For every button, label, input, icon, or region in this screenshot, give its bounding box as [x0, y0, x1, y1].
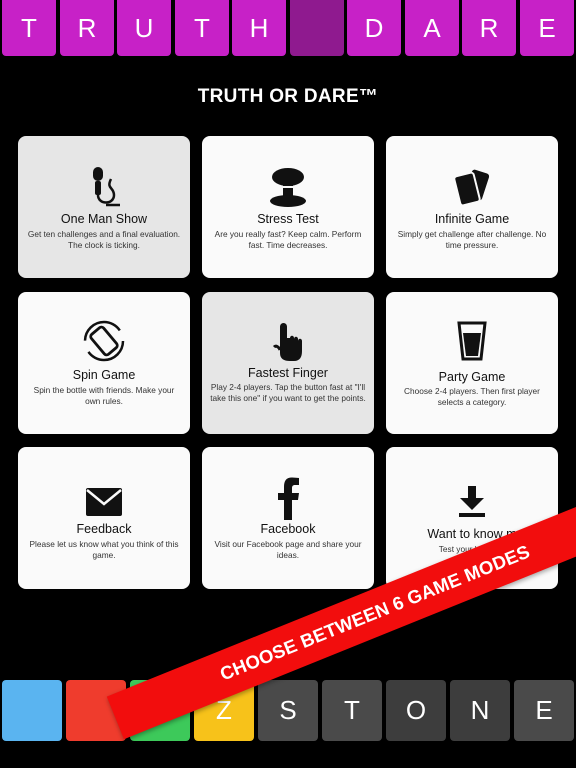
- bottom-tile: S: [258, 680, 318, 741]
- mode-title: One Man Show: [60, 212, 148, 226]
- mode-card-fastest-finger[interactable]: Fastest Finger Play 2-4 players. Tap the…: [202, 292, 374, 434]
- microphone-icon: [18, 164, 190, 210]
- bottom-tile: T: [322, 680, 382, 741]
- top-tile: U: [117, 0, 171, 56]
- mode-description: Simply get challenge after challenge. No…: [397, 229, 547, 250]
- tile-letter: R: [479, 12, 499, 43]
- top-tile: E: [520, 0, 574, 56]
- mode-description: Visit our Facebook page and share your i…: [214, 539, 362, 560]
- top-tile-blank: [290, 0, 344, 56]
- pointer-hand-icon: [202, 318, 374, 364]
- mode-description: Are you really fast? Keep calm. Perform …: [214, 229, 362, 250]
- tile-letter: A: [423, 12, 441, 43]
- top-tile: R: [60, 0, 114, 56]
- top-tile: T: [175, 0, 229, 56]
- tile-letter: R: [77, 12, 97, 43]
- mode-card-party-game[interactable]: Party Game Choose 2-4 players. Then firs…: [386, 292, 558, 434]
- mode-description: Please let us know what you think of thi…: [29, 539, 179, 560]
- mode-description: Get ten challenges and a final evaluatio…: [27, 229, 181, 250]
- top-tile: T: [2, 0, 56, 56]
- tile-letter: T: [194, 12, 210, 43]
- top-tile: H: [232, 0, 286, 56]
- mode-title: Facebook: [260, 522, 316, 536]
- drink-glass-icon: [386, 318, 558, 364]
- tile-letter: S: [279, 695, 297, 725]
- mode-title: Infinite Game: [434, 212, 510, 226]
- bottom-tile: [2, 680, 62, 741]
- mode-title: Stress Test: [257, 212, 319, 226]
- mode-card-one-man-show[interactable]: One Man Show Get ten challenges and a fi…: [18, 136, 190, 278]
- bottom-tile: O: [386, 680, 446, 741]
- envelope-icon: [18, 479, 190, 525]
- page-title: TRUTH OR DARE™: [197, 86, 379, 107]
- cards-icon: [386, 164, 558, 210]
- tile-letter: N: [470, 695, 490, 725]
- top-tile: R: [462, 0, 516, 56]
- mode-description: Choose 2-4 players. Then first player se…: [404, 386, 540, 407]
- tile-letter: U: [134, 12, 154, 43]
- download-icon: [386, 485, 558, 519]
- mode-description: Spin the bottle with friends. Make your …: [33, 385, 175, 406]
- tile-letter: O: [405, 695, 427, 725]
- tile-letter: H: [249, 12, 269, 43]
- bottom-tile: E: [514, 680, 574, 741]
- facebook-card[interactable]: Facebook Visit our Facebook page and sha…: [202, 447, 374, 589]
- bottom-letter-tiles: I Z S T O N E: [0, 680, 576, 742]
- tile-letter: D: [364, 12, 384, 43]
- tile-letter: E: [538, 12, 556, 43]
- top-letter-tiles: T R U T H D A R E: [0, 0, 576, 57]
- facebook-icon: [202, 475, 374, 521]
- top-tile: A: [405, 0, 459, 56]
- bottom-tile: N: [450, 680, 510, 741]
- tile-letter: T: [21, 12, 37, 43]
- mode-description: Play 2-4 players. Tap the button fast at…: [210, 382, 366, 403]
- rotate-icon: [18, 318, 190, 364]
- mode-card-spin-game[interactable]: Spin Game Spin the bottle with friends. …: [18, 292, 190, 434]
- tile-letter: T: [344, 695, 360, 725]
- mode-title: Feedback: [76, 522, 132, 536]
- explosion-icon: [202, 164, 374, 210]
- mode-title: Fastest Finger: [248, 366, 328, 380]
- mode-title: Spin Game: [72, 368, 136, 382]
- mode-card-infinite-game[interactable]: Infinite Game Simply get challenge after…: [386, 136, 558, 278]
- tile-letter: E: [535, 695, 553, 725]
- top-tile: D: [347, 0, 401, 56]
- mode-title: Party Game: [438, 370, 506, 384]
- feedback-card[interactable]: Feedback Please let us know what you thi…: [18, 447, 190, 589]
- mode-card-stress-test[interactable]: Stress Test Are you really fast? Keep ca…: [202, 136, 374, 278]
